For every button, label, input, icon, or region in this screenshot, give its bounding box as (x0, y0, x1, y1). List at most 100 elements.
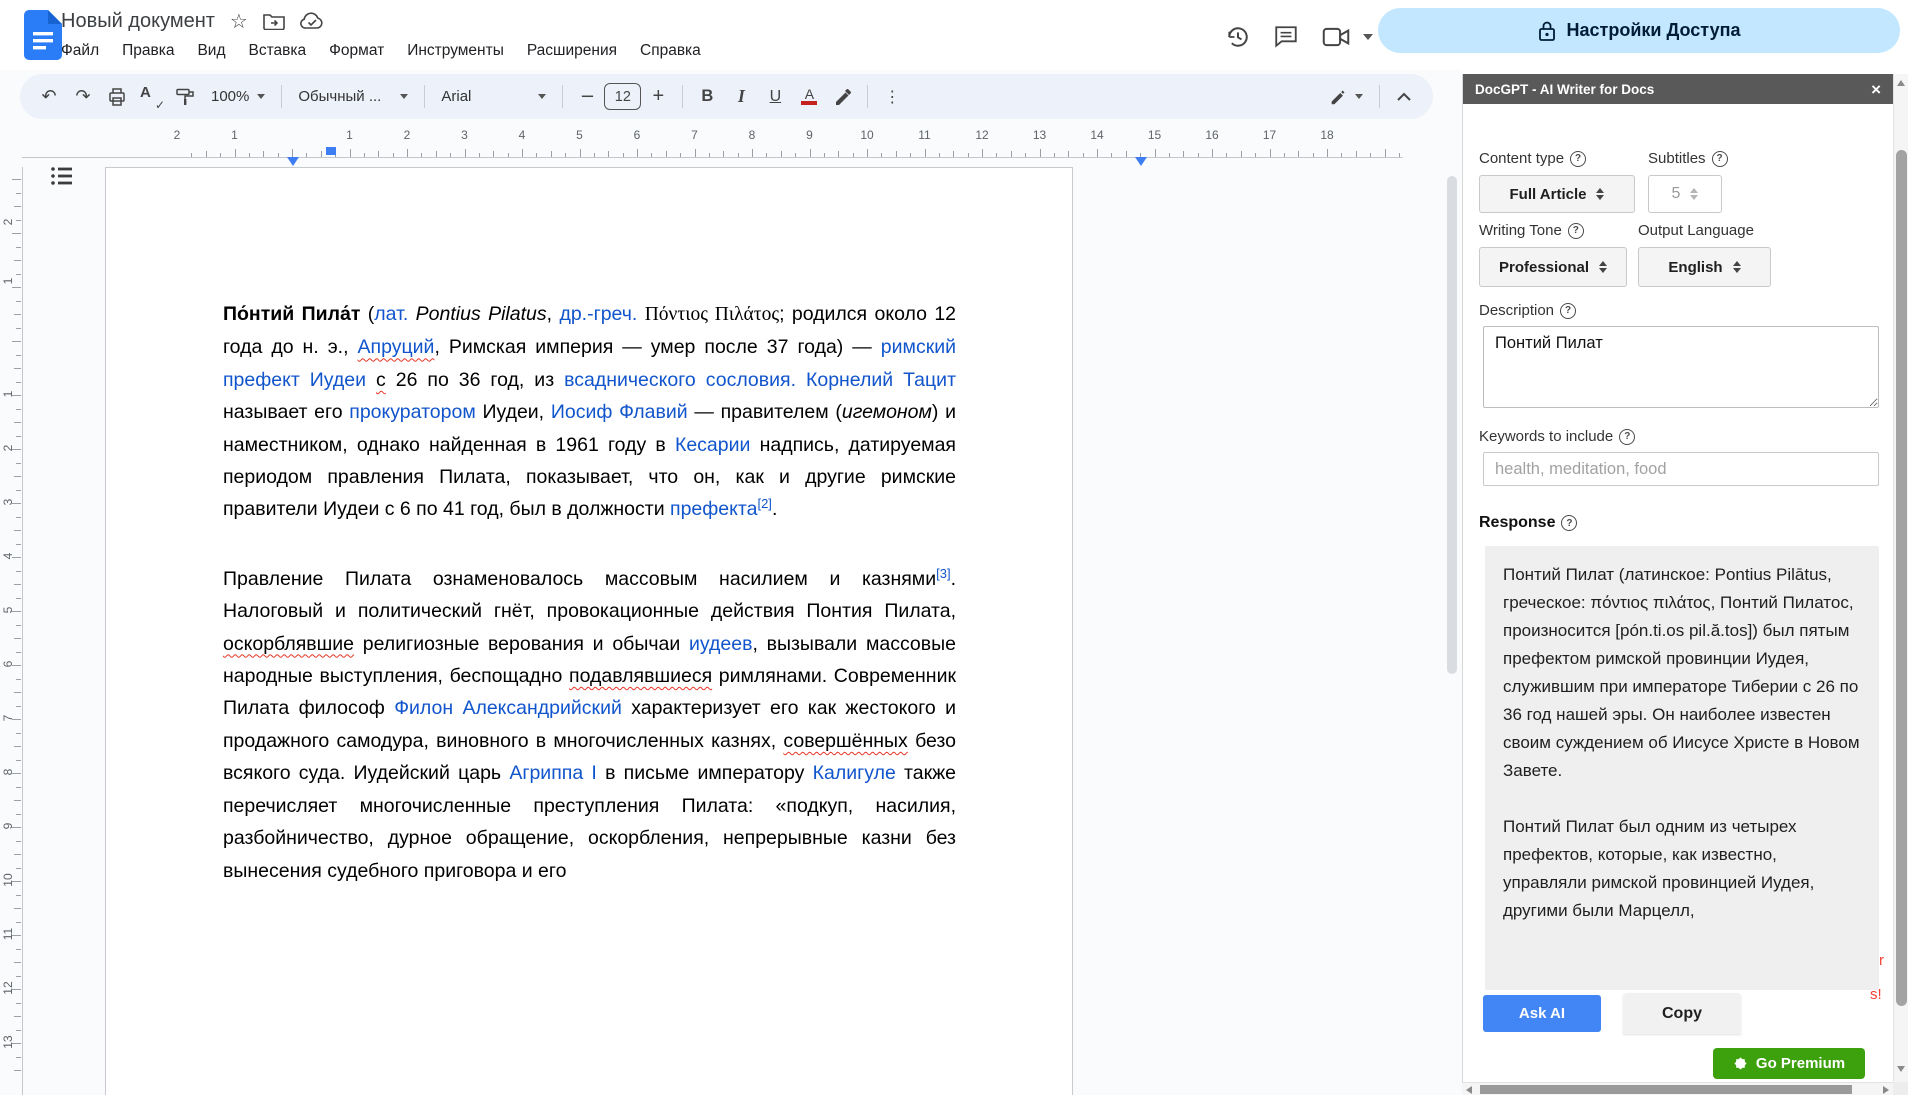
font-size-input[interactable]: 12 (604, 83, 641, 110)
output-language-select[interactable]: English (1638, 247, 1771, 287)
font-select[interactable]: Arial (432, 81, 555, 113)
right-indent-marker[interactable] (1135, 157, 1147, 166)
move-folder-icon[interactable] (263, 12, 285, 30)
help-icon[interactable]: ? (1619, 429, 1635, 445)
spellcheck-button[interactable]: A✓ (134, 81, 168, 113)
document-page[interactable]: По́нтий Пила́т (лат. Pontius Pilatus, др… (105, 167, 1073, 1095)
sidebar-vertical-scrollbar-thumb[interactable] (1896, 150, 1907, 1006)
link-text[interactable]: иудеев (689, 633, 752, 655)
link-text[interactable]: префекта (670, 498, 757, 520)
undo-button[interactable]: ↶ (32, 81, 66, 113)
document-title[interactable]: Новый документ (61, 10, 215, 33)
scroll-left-icon[interactable] (1466, 1086, 1472, 1094)
ruler-tick (1270, 149, 1271, 157)
ruler-tick (12, 827, 21, 828)
link-text[interactable]: Калигуле (813, 762, 896, 784)
menu-item-insert[interactable]: Вставка (240, 39, 316, 63)
paint-format-button[interactable] (168, 81, 202, 113)
sidebar-horizontal-scrollbar-thumb[interactable] (1480, 1085, 1852, 1094)
ruler-tick (14, 746, 21, 747)
link-text[interactable]: Кесарии (675, 434, 750, 456)
link-text[interactable]: др.-греч. (559, 303, 637, 325)
scroll-down-icon[interactable] (1897, 1066, 1905, 1072)
link-text[interactable]: прокуратором (349, 401, 475, 423)
ruler-number: 6 (1, 655, 15, 673)
menu-item-edit[interactable]: Правка (113, 39, 183, 63)
menu-item-help[interactable]: Справка (631, 39, 710, 63)
help-icon[interactable]: ? (1561, 515, 1577, 531)
subtitles-spinner[interactable]: 5 (1648, 175, 1722, 213)
ask-ai-button[interactable]: Ask AI (1483, 995, 1601, 1032)
menu-item-format[interactable]: Формат (320, 39, 393, 63)
meet-video-icon[interactable] (1320, 21, 1352, 53)
ruler-tick (1097, 149, 1098, 157)
left-indent-marker[interactable] (287, 157, 299, 166)
go-premium-button[interactable]: Go Premium (1713, 1048, 1865, 1079)
keywords-input[interactable] (1483, 452, 1879, 486)
description-textarea[interactable]: Понтий Пилат (1483, 326, 1879, 408)
link-text[interactable]: Иосиф Флавий (551, 401, 688, 423)
link-text[interactable]: лат. (374, 303, 408, 325)
share-button[interactable]: Настройки Доступа (1378, 8, 1900, 53)
version-history-icon[interactable] (1222, 21, 1254, 53)
close-icon[interactable]: × (1871, 81, 1881, 98)
menu-item-extensions[interactable]: Расширения (518, 39, 626, 63)
link-text[interactable]: Филон Александрийский (394, 697, 622, 719)
top-bar: Новый документ ☆ ФайлПравкаВидВставкаФор… (0, 0, 1908, 70)
sidebar-vertical-scrollbar[interactable] (1893, 74, 1908, 1082)
starburst-icon (1733, 1056, 1748, 1071)
scroll-up-icon[interactable] (1897, 80, 1905, 86)
ruler-number: 9 (806, 128, 813, 142)
highlight-color-button[interactable] (826, 81, 860, 113)
chevron-down-icon (538, 94, 546, 99)
decrease-font-size-button[interactable]: − (570, 81, 604, 113)
more-toolbar-options-button[interactable]: ⋮ (875, 81, 909, 113)
menu-item-tools[interactable]: Инструменты (398, 39, 513, 63)
bold-button[interactable]: B (690, 81, 724, 113)
response-output[interactable]: Понтий Пилат (латинское: Pontius Pilātus… (1485, 546, 1879, 990)
help-icon[interactable]: ? (1568, 223, 1584, 239)
scroll-right-icon[interactable] (1883, 1086, 1889, 1094)
underline-button[interactable]: U (758, 81, 792, 113)
star-icon[interactable]: ☆ (230, 9, 248, 33)
text-color-button[interactable]: A (792, 81, 826, 113)
text-run: совершённых (783, 730, 907, 752)
cloud-saved-icon[interactable] (300, 12, 324, 30)
link-text[interactable]: Корнелий Тацит (806, 369, 956, 391)
first-line-indent-marker[interactable] (326, 147, 336, 155)
zoom-select[interactable]: 100% (202, 81, 274, 113)
menu-item-file[interactable]: Файл (52, 39, 108, 63)
increase-font-size-button[interactable]: + (641, 81, 675, 113)
toolbar-divider (867, 85, 868, 108)
ruler-tick (651, 153, 652, 157)
help-icon[interactable]: ? (1560, 303, 1576, 319)
comments-icon[interactable] (1270, 21, 1302, 53)
editing-mode-select[interactable] (1320, 81, 1372, 113)
link-text[interactable]: [3] (936, 566, 950, 581)
print-button[interactable] (100, 81, 134, 113)
text-run: 26 по 36 год, из (386, 369, 564, 391)
paragraph-style-select[interactable]: Обычный ... (289, 81, 417, 113)
ruler-tick (12, 1043, 21, 1044)
redo-button[interactable]: ↷ (66, 81, 100, 113)
meet-dropdown-caret-icon[interactable] (1363, 34, 1373, 40)
link-text[interactable]: всаднического сословия. (564, 369, 796, 391)
response-paragraph: Понтий Пилат был одним из четырех префек… (1503, 813, 1861, 925)
ruler-number: 5 (576, 128, 583, 142)
content-type-select[interactable]: Full Article (1479, 175, 1635, 213)
help-icon[interactable]: ? (1570, 151, 1586, 167)
help-icon[interactable]: ? (1712, 151, 1728, 167)
document-outline-button[interactable] (44, 158, 80, 194)
ruler-tick (16, 355, 21, 356)
link-text[interactable]: [2] (757, 496, 771, 511)
ruler-tick (16, 409, 21, 410)
menu-item-view[interactable]: Вид (188, 39, 234, 63)
writing-tone-select[interactable]: Professional (1479, 247, 1627, 287)
link-text[interactable]: Апруций (358, 336, 435, 358)
link-text[interactable]: Агриппа I (509, 762, 596, 784)
collapse-toolbar-button[interactable] (1387, 81, 1421, 113)
copy-button[interactable]: Copy (1623, 993, 1741, 1034)
sidebar-horizontal-scrollbar[interactable] (1462, 1082, 1893, 1095)
document-scrollbar-thumb[interactable] (1447, 176, 1457, 674)
italic-button[interactable]: I (724, 81, 758, 113)
